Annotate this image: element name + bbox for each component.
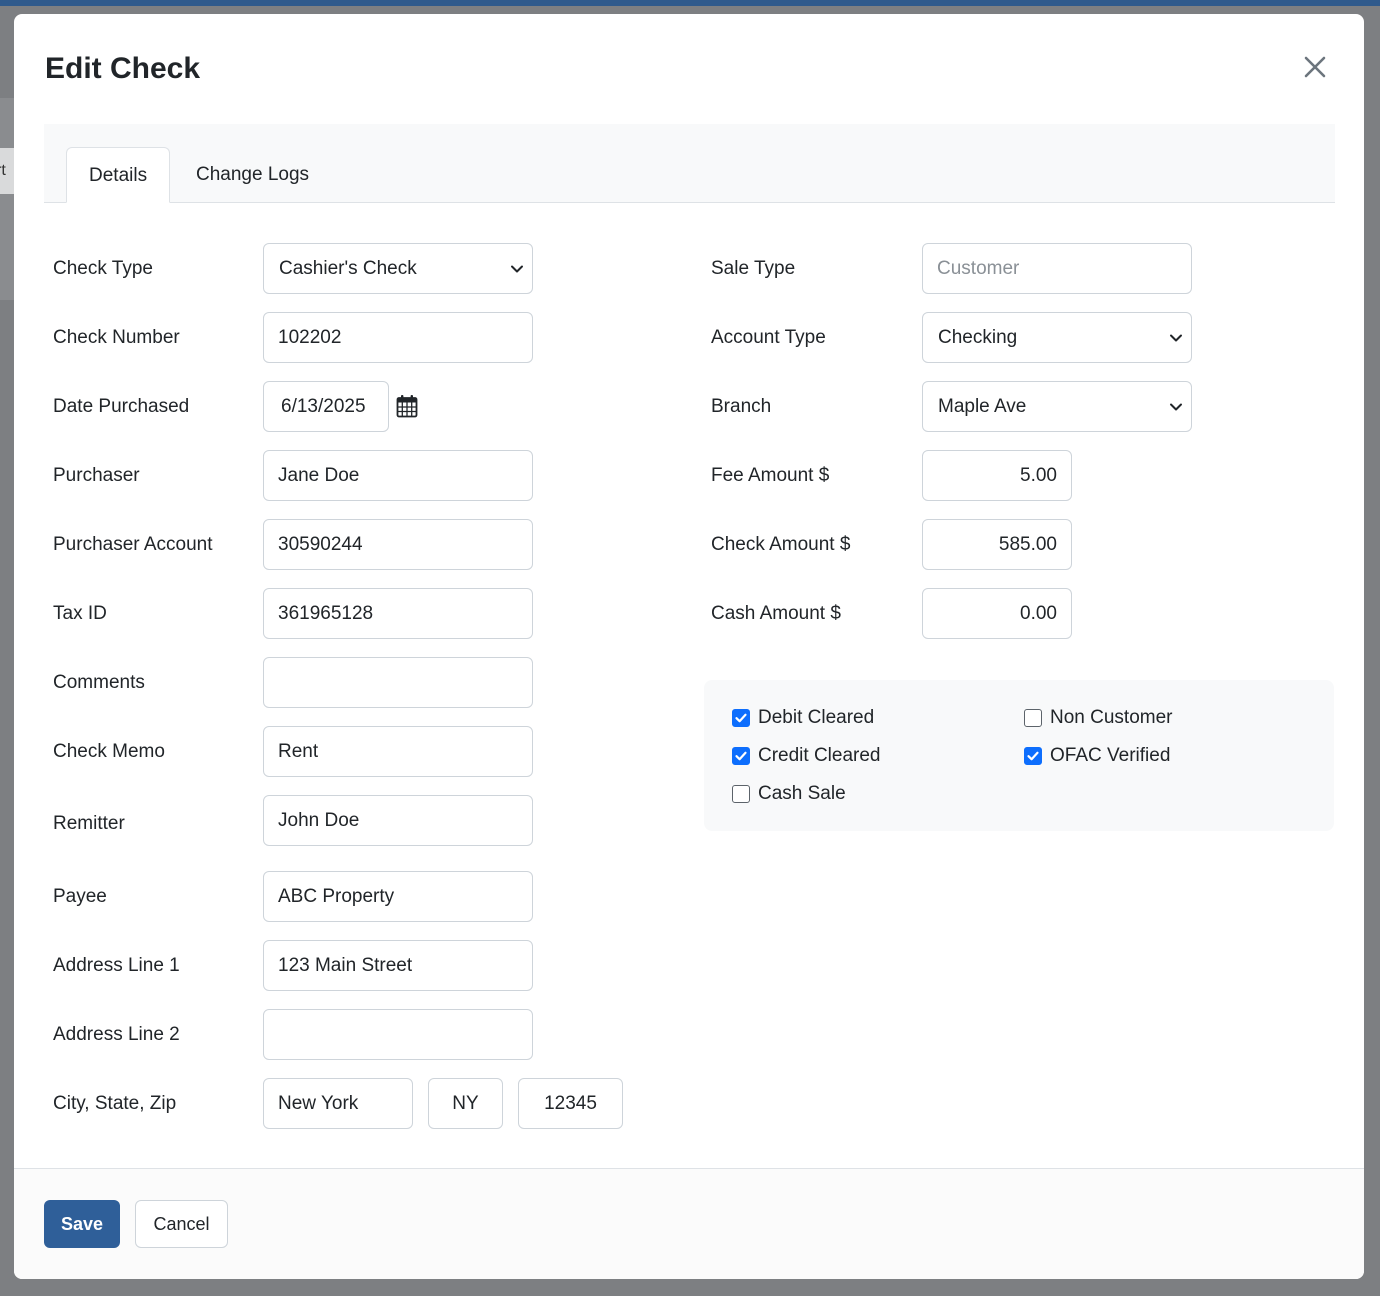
debit-cleared-checkbox[interactable]: Debit Cleared xyxy=(732,706,874,730)
calendar-icon[interactable] xyxy=(396,394,418,418)
sale-type-input[interactable] xyxy=(922,243,1192,294)
address-line-2-input[interactable] xyxy=(263,1009,533,1060)
chevron-down-icon xyxy=(511,265,523,273)
cash-sale-checkbox[interactable]: Cash Sale xyxy=(732,782,846,806)
check-number-input[interactable] xyxy=(263,312,533,363)
cash-amount-label: Cash Amount $ xyxy=(711,603,841,624)
checkbox-unchecked-icon xyxy=(1024,709,1042,727)
background-tab-text: rt xyxy=(0,162,6,179)
status-checkbox-panel: Debit Cleared Credit Cleared Cash Sale N… xyxy=(704,680,1334,831)
check-number-label: Check Number xyxy=(53,327,180,348)
fee-amount-label: Fee Amount $ xyxy=(711,465,830,486)
chevron-down-icon xyxy=(1170,403,1182,411)
sale-type-label: Sale Type xyxy=(711,258,796,279)
date-purchased-input[interactable] xyxy=(263,381,389,432)
account-type-select[interactable]: Checking xyxy=(922,312,1192,363)
state-input[interactable] xyxy=(428,1078,503,1129)
city-state-zip-label: City, State, Zip xyxy=(53,1093,177,1114)
check-memo-label: Check Memo xyxy=(53,741,165,762)
fee-amount-input[interactable] xyxy=(922,450,1072,501)
tab-bar: Details Change Logs xyxy=(44,124,1335,203)
modal-footer: Save Cancel xyxy=(14,1168,1364,1279)
debit-cleared-label: Debit Cleared xyxy=(758,707,875,728)
app-top-bar xyxy=(0,0,1380,6)
branch-select[interactable]: Maple Ave xyxy=(922,381,1192,432)
checkbox-checked-icon xyxy=(732,747,750,765)
zip-input[interactable] xyxy=(518,1078,623,1129)
ofac-verified-checkbox[interactable]: OFAC Verified xyxy=(1024,744,1170,768)
payee-input[interactable] xyxy=(263,871,533,922)
remitter-input[interactable] xyxy=(263,795,533,846)
account-type-label: Account Type xyxy=(711,327,826,348)
checkbox-checked-icon xyxy=(1024,747,1042,765)
address-line-1-label: Address Line 1 xyxy=(53,955,180,976)
branch-label: Branch xyxy=(711,396,772,417)
address-line-2-label: Address Line 2 xyxy=(53,1024,180,1045)
close-icon xyxy=(1304,56,1326,78)
check-amount-label: Check Amount $ xyxy=(711,534,851,555)
check-type-select[interactable]: Cashier's Check xyxy=(263,243,533,294)
tax-id-input[interactable] xyxy=(263,588,533,639)
close-button[interactable] xyxy=(1300,52,1330,82)
account-type-value: Checking xyxy=(938,327,1018,348)
credit-cleared-checkbox[interactable]: Credit Cleared xyxy=(732,744,881,768)
cash-sale-label: Cash Sale xyxy=(758,783,846,804)
comments-input[interactable] xyxy=(263,657,533,708)
ofac-verified-label: OFAC Verified xyxy=(1050,745,1171,766)
purchaser-account-label: Purchaser Account xyxy=(53,534,213,555)
checkbox-unchecked-icon xyxy=(732,785,750,803)
save-button[interactable]: Save xyxy=(44,1200,120,1248)
city-input[interactable] xyxy=(263,1078,413,1129)
date-purchased-label: Date Purchased xyxy=(53,396,190,417)
non-customer-label: Non Customer xyxy=(1050,707,1173,728)
check-type-label: Check Type xyxy=(53,258,153,279)
check-amount-input[interactable] xyxy=(922,519,1072,570)
purchaser-input[interactable] xyxy=(263,450,533,501)
background-tab-fragment: rt xyxy=(0,148,14,194)
checkbox-checked-icon xyxy=(732,709,750,727)
check-type-value: Cashier's Check xyxy=(279,258,417,279)
chevron-down-icon xyxy=(1170,334,1182,342)
background-header xyxy=(0,98,14,300)
credit-cleared-label: Credit Cleared xyxy=(758,745,881,766)
check-memo-input[interactable] xyxy=(263,726,533,777)
cash-amount-input[interactable] xyxy=(922,588,1072,639)
payee-label: Payee xyxy=(53,886,107,907)
remitter-label: Remitter xyxy=(53,813,125,834)
tab-details[interactable]: Details xyxy=(66,147,171,203)
modal-title: Edit Check xyxy=(45,52,201,85)
branch-value: Maple Ave xyxy=(938,396,1027,417)
purchaser-label: Purchaser xyxy=(53,465,140,486)
cancel-button[interactable]: Cancel xyxy=(135,1200,228,1248)
tax-id-label: Tax ID xyxy=(53,603,107,624)
non-customer-checkbox[interactable]: Non Customer xyxy=(1024,706,1173,730)
tab-change-logs[interactable]: Change Logs xyxy=(174,147,331,203)
comments-label: Comments xyxy=(53,672,145,693)
edit-check-dialog: Edit Check Details Change Logs Check Typ… xyxy=(14,14,1364,1279)
address-line-1-input[interactable] xyxy=(263,940,533,991)
purchaser-account-input[interactable] xyxy=(263,519,533,570)
